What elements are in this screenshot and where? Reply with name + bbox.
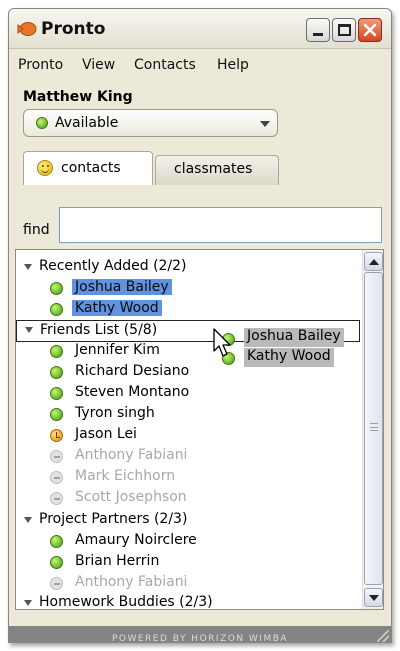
status-value: Available — [55, 115, 119, 131]
status-dropdown[interactable]: Available — [23, 109, 278, 137]
drag-preview: Joshua Bailey Kathy Wood — [218, 327, 350, 371]
tab-contacts-label: contacts — [61, 160, 121, 176]
contact-name: Joshua Bailey — [72, 279, 172, 295]
group-label: Friends List (5/8) — [40, 322, 158, 338]
online-status-icon — [50, 282, 63, 295]
online-status-icon — [50, 387, 63, 400]
user-name: Matthew King — [23, 89, 133, 105]
contact-list: Recently Added (2/2) Joshua Bailey Kathy… — [15, 249, 384, 610]
minimize-button[interactable] — [306, 18, 330, 42]
footer-bar: POWERED BY HORIZON WIMBA — [9, 626, 391, 643]
group-label: Project Partners (2/3) — [39, 511, 188, 527]
maximize-icon — [338, 24, 351, 36]
contact-name: Mark Eichhorn — [75, 468, 176, 484]
contact-name: Anthony Fabiani — [75, 574, 188, 590]
group-project-partners[interactable]: Project Partners (2/3) — [22, 511, 360, 531]
find-label: find — [23, 222, 50, 238]
group-recently-added[interactable]: Recently Added (2/2) — [22, 258, 360, 278]
window-title: Pronto — [41, 19, 106, 39]
menu-pronto[interactable]: Pronto — [18, 57, 63, 73]
contact-name: Anthony Fabiani — [75, 447, 188, 463]
group-homework-buddies[interactable]: Homework Buddies (2/3) — [22, 594, 360, 609]
close-button[interactable] — [358, 18, 382, 42]
find-input[interactable] — [59, 207, 382, 243]
group-label: Homework Buddies (2/3) — [39, 594, 213, 609]
contact-name: Richard Desiano — [75, 363, 190, 379]
offline-status-icon — [50, 577, 63, 590]
menu-view[interactable]: View — [82, 57, 115, 73]
contact-name: Jennifer Kim — [75, 342, 160, 358]
grip-icon — [370, 423, 378, 431]
contact-name: Steven Montano — [75, 384, 190, 400]
online-status-icon — [50, 345, 63, 358]
arrow-up-icon — [369, 259, 379, 265]
offline-status-icon — [50, 471, 63, 484]
online-status-icon — [50, 556, 63, 569]
drag-item: Kathy Wood — [244, 348, 334, 367]
arrow-down-icon — [369, 595, 379, 601]
contact-name: Kathy Wood — [72, 300, 162, 316]
online-status-icon — [50, 535, 63, 548]
pronto-logo-icon — [17, 22, 37, 36]
online-status-icon — [50, 408, 63, 421]
group-collapse-icon — [24, 264, 32, 270]
group-collapse-icon — [25, 327, 33, 333]
tab-classmates[interactable]: classmates — [155, 155, 279, 185]
close-icon — [363, 23, 377, 37]
group-label: Recently Added (2/2) — [39, 258, 187, 274]
tab-classmates-label: classmates — [174, 161, 253, 177]
away-clock-icon — [50, 429, 63, 442]
offline-status-icon — [50, 450, 63, 463]
minimize-icon — [313, 33, 323, 36]
smiley-icon — [37, 160, 53, 176]
tab-contacts[interactable]: contacts — [23, 151, 153, 185]
drag-item: Joshua Bailey — [244, 328, 344, 347]
online-status-icon — [50, 303, 63, 316]
available-status-icon — [36, 117, 48, 129]
menu-help[interactable]: Help — [217, 57, 249, 73]
menu-contacts[interactable]: Contacts — [134, 57, 196, 73]
chevron-down-icon — [260, 121, 270, 127]
contact-name: Amaury Noirclere — [75, 532, 197, 548]
contact-name: Scott Josephson — [75, 489, 187, 505]
menu-bar: Pronto View Contacts Help — [9, 50, 391, 80]
online-status-icon — [50, 366, 63, 379]
mouse-cursor-icon — [213, 328, 231, 357]
contact-name: Brian Herrin — [75, 553, 160, 569]
group-collapse-icon — [24, 600, 32, 606]
offline-status-icon — [50, 492, 63, 505]
scroll-up-button[interactable] — [364, 252, 383, 271]
title-bar[interactable]: Pronto — [9, 9, 391, 49]
pronto-window: Pronto Pronto View Contacts Help Matthew… — [8, 8, 392, 643]
contact-name: Tyron singh — [75, 405, 155, 421]
maximize-button[interactable] — [332, 18, 356, 42]
vertical-scrollbar[interactable] — [362, 250, 383, 609]
contact-name: Jason Lei — [75, 426, 137, 442]
resize-grip-icon[interactable] — [377, 630, 389, 642]
contact-list-body: Recently Added (2/2) Joshua Bailey Kathy… — [16, 250, 362, 609]
scroll-down-button[interactable] — [364, 588, 383, 607]
group-collapse-icon — [24, 517, 32, 523]
footer-text: POWERED BY HORIZON WIMBA — [111, 634, 289, 643]
scroll-thumb[interactable] — [364, 272, 383, 585]
